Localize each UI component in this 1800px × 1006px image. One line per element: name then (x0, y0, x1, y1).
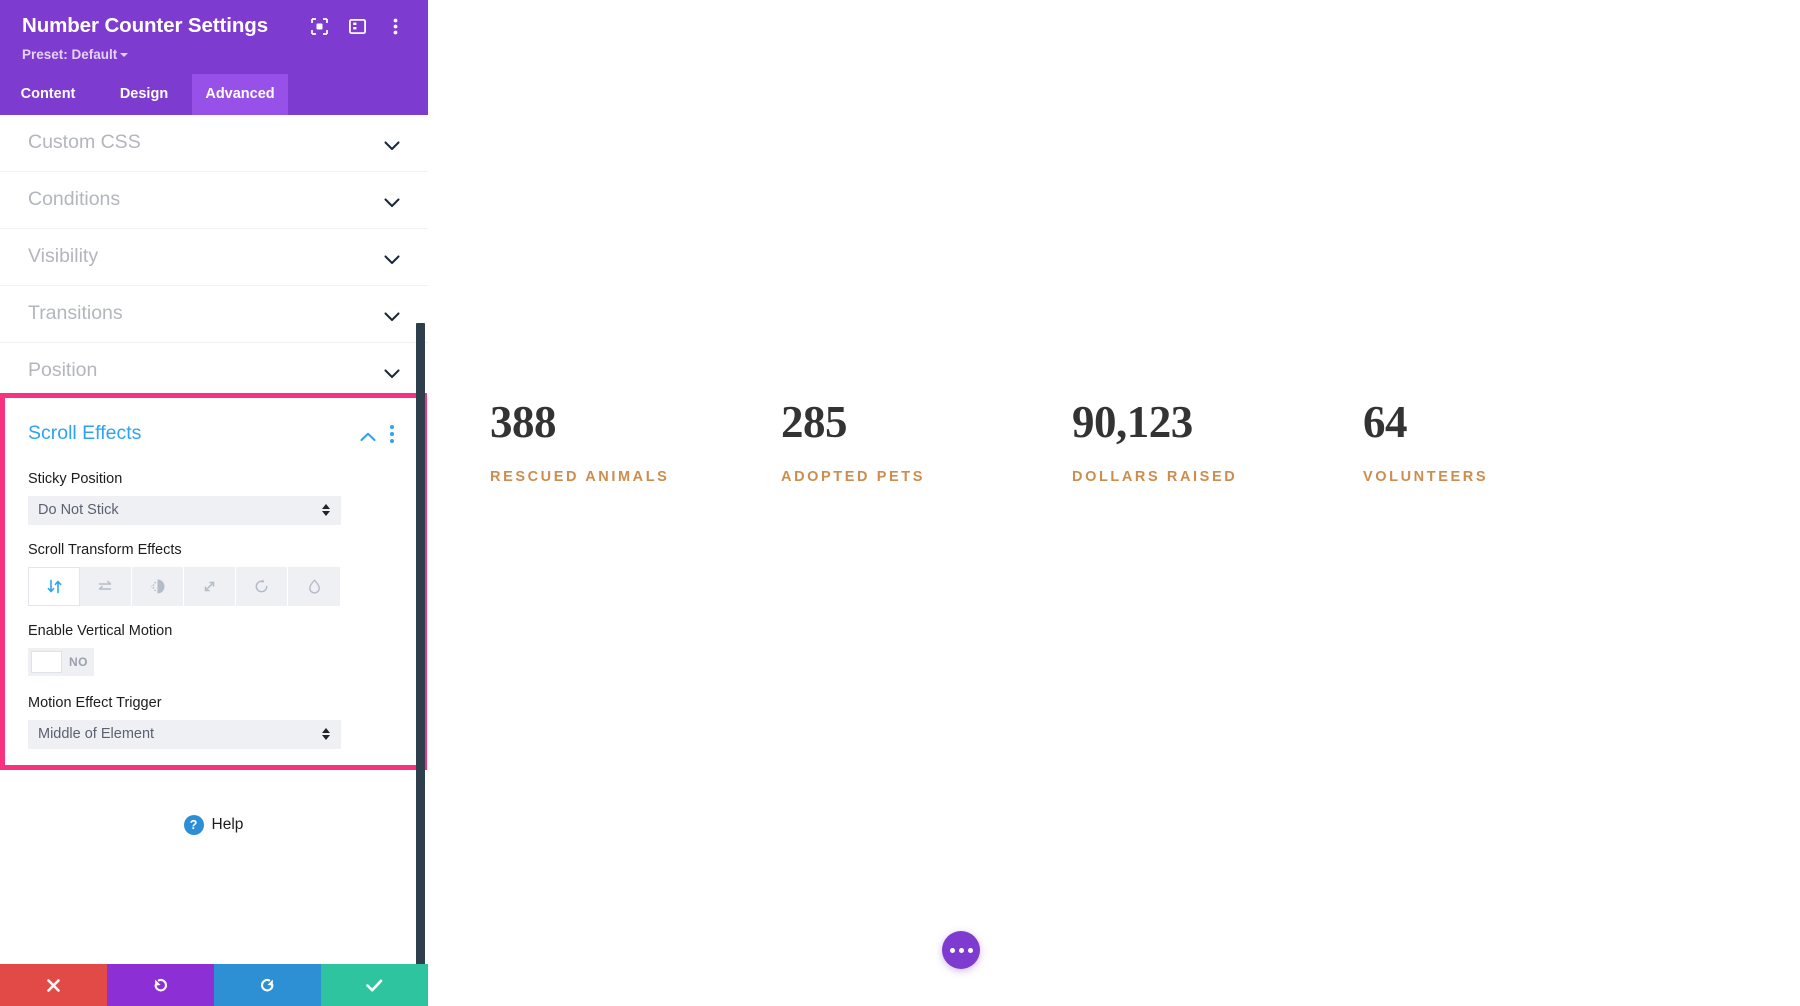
counter-label: RESCUED ANIMALS (490, 469, 670, 485)
panel-tabs: Content Design Advanced (0, 73, 428, 115)
dot-icon (390, 438, 394, 443)
preset-label: Preset: Default (22, 46, 118, 62)
dot-icon (958, 947, 964, 953)
question-mark-icon: ? (183, 814, 204, 835)
more-vertical-icon[interactable] (386, 17, 404, 35)
module-settings-panel: Number Counter Settings Preset: Default … (0, 0, 428, 1006)
chevron-down-icon (384, 252, 400, 264)
accordion-label: Custom CSS (28, 131, 141, 154)
preset-selector[interactable]: Preset: Default (22, 46, 406, 64)
focus-icon[interactable] (310, 17, 328, 35)
counter-number: 90,123 (1072, 397, 1193, 447)
counter-label: ADOPTED PETS (781, 469, 925, 485)
accordion-scroll-effects-highlight: Scroll Effects Sticky Position Do Not St… (0, 392, 427, 770)
number-counter-item[interactable]: 285 ADOPTED PETS (781, 397, 1072, 486)
field-label: Sticky Position (28, 470, 123, 487)
redo-button[interactable] (214, 964, 321, 1006)
scaling-icon[interactable] (184, 566, 236, 606)
dot-icon (390, 424, 394, 429)
panel-scrollbar[interactable] (416, 322, 425, 964)
panel-footer (0, 964, 428, 1006)
chevron-up-icon[interactable] (360, 429, 376, 441)
save-button[interactable] (321, 964, 428, 1006)
number-counter-row: 388 RESCUED ANIMALS 285 ADOPTED PETS 90,… (490, 397, 1760, 486)
page-settings-fab[interactable] (942, 931, 980, 969)
toggle-knob (31, 650, 62, 673)
select-value: Do Not Stick (38, 502, 119, 519)
app-root: 388 RESCUED ANIMALS 285 ADOPTED PETS 90,… (0, 0, 1800, 1006)
chevron-down-icon (384, 366, 400, 378)
field-enable-vertical-motion: Enable Vertical Motion NO (28, 623, 394, 678)
select-stepper-icon (322, 504, 330, 517)
number-counter-item[interactable]: 90,123 DOLLARS RAISED (1072, 397, 1363, 486)
field-sticky-position: Sticky Position Do Not Stick (28, 471, 394, 525)
select-stepper-icon (322, 728, 330, 741)
accordion-scroll-effects-header[interactable]: Scroll Effects (28, 414, 394, 454)
help-label: Help (211, 815, 244, 833)
tab-advanced[interactable]: Advanced (192, 73, 288, 115)
accordion-label: Position (28, 359, 98, 382)
chevron-down-icon (384, 195, 400, 207)
panel-body: Custom CSS Conditions Visibility Transit… (0, 114, 428, 964)
scroll-transform-effects-tabs (28, 566, 341, 606)
accordion-label: Visibility (28, 245, 99, 268)
settings-scroll-area: Custom CSS Conditions Visibility Transit… (0, 114, 428, 964)
chevron-down-icon (120, 52, 129, 57)
chevron-down-icon (384, 309, 400, 321)
cancel-button[interactable] (0, 964, 107, 1006)
help-section: ? Help (0, 769, 427, 880)
dot-icon (949, 947, 955, 953)
accordion-label: Scroll Effects (28, 422, 142, 445)
preview-canvas: 388 RESCUED ANIMALS 285 ADOPTED PETS 90,… (428, 0, 1800, 1006)
vertical-motion-icon[interactable] (28, 566, 80, 606)
accordion-transitions[interactable]: Transitions (0, 285, 428, 343)
blur-icon[interactable] (288, 566, 340, 606)
dot-icon (967, 947, 973, 953)
motion-effect-trigger-select[interactable]: Middle of Element (28, 719, 341, 749)
select-value: Middle of Element (38, 726, 155, 743)
chevron-down-icon (384, 138, 400, 150)
dot-icon (390, 431, 394, 436)
more-vertical-icon[interactable] (390, 424, 394, 443)
tab-design[interactable]: Design (96, 74, 192, 115)
accordion-custom-css[interactable]: Custom CSS (0, 114, 428, 172)
counter-label: VOLUNTEERS (1363, 469, 1489, 485)
accordion-visibility[interactable]: Visibility (0, 228, 428, 286)
field-label: Enable Vertical Motion (28, 622, 173, 639)
enable-vertical-motion-toggle[interactable]: NO (28, 647, 94, 676)
help-link[interactable]: ? Help (183, 814, 244, 835)
horizontal-motion-icon[interactable] (80, 566, 132, 606)
sticky-position-select[interactable]: Do Not Stick (28, 495, 341, 525)
tab-content[interactable]: Content (0, 74, 96, 115)
number-counter-item[interactable]: 64 VOLUNTEERS (1363, 397, 1654, 486)
counter-label: DOLLARS RAISED (1072, 469, 1238, 485)
accordion-label: Transitions (28, 302, 123, 325)
fade-in-out-icon[interactable] (132, 566, 184, 606)
counter-number: 388 (490, 397, 557, 447)
accordion-label: Conditions (28, 188, 121, 211)
field-label: Motion Effect Trigger (28, 694, 162, 711)
page-title: Number Counter Settings (22, 14, 268, 37)
counter-number: 285 (781, 397, 848, 447)
number-counter-item[interactable]: 388 RESCUED ANIMALS (490, 397, 781, 486)
accordion-position[interactable]: Position (0, 342, 428, 400)
panel-header: Number Counter Settings Preset: Default (0, 0, 428, 74)
counter-number: 64 (1363, 397, 1408, 447)
layout-panel-icon[interactable] (348, 17, 366, 35)
toggle-state-label: NO (69, 654, 88, 669)
field-label: Scroll Transform Effects (28, 541, 182, 558)
undo-button[interactable] (107, 964, 214, 1006)
accordion-conditions[interactable]: Conditions (0, 171, 428, 229)
field-scroll-transform-effects: Scroll Transform Effects (28, 542, 394, 606)
rotating-icon[interactable] (236, 566, 288, 606)
field-motion-effect-trigger: Motion Effect Trigger Middle of Element (28, 695, 394, 749)
